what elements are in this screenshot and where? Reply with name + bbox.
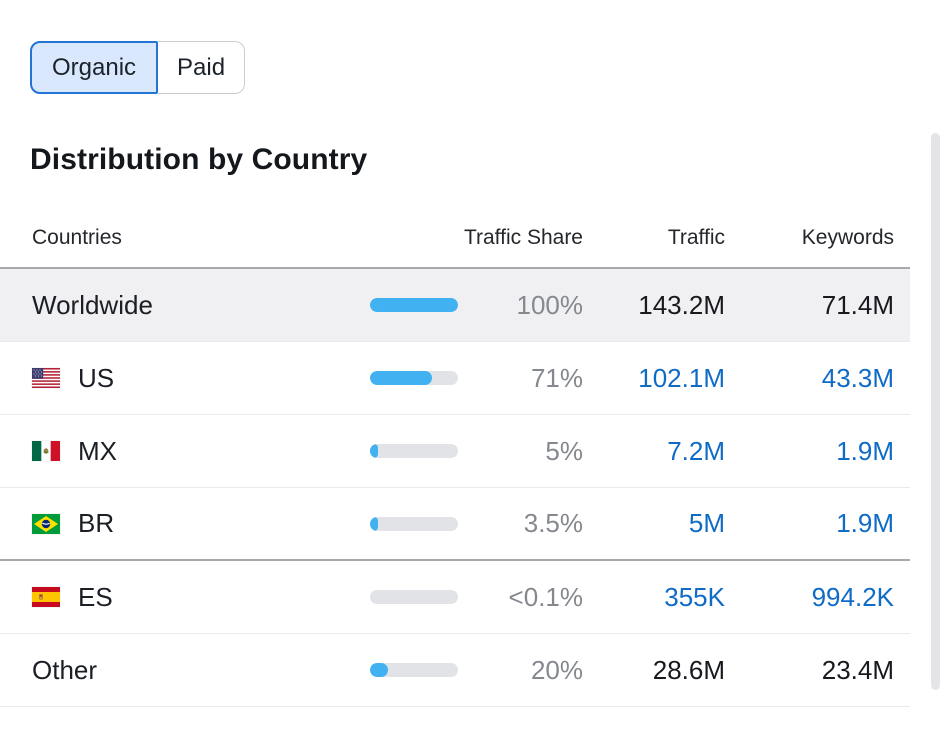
traffic-share-value: 100% (458, 290, 583, 321)
traffic-share-value: 3.5% (458, 508, 583, 539)
column-header-traffic-share: Traffic Share (370, 226, 583, 250)
traffic-share-value: <0.1% (458, 582, 583, 613)
country-name: US (78, 363, 114, 394)
country-name: ES (78, 582, 113, 613)
table-row-us: US 71% 102.1M 43.3M (0, 342, 910, 415)
country-name: MX (78, 436, 117, 467)
es-flag-icon (32, 587, 60, 607)
keywords-value-link: 994.2K (725, 582, 894, 613)
traffic-value-link: 102.1M (583, 363, 725, 394)
traffic-share-bar (370, 444, 458, 458)
br-flag-icon (32, 514, 60, 534)
keywords-value-link: 43.3M (725, 363, 894, 394)
table-row-worldwide: Worldwide 100% 143.2M 71.4M (0, 269, 910, 342)
traffic-share-bar (370, 517, 458, 531)
traffic-value-link: 355K (583, 582, 725, 613)
column-header-keywords: Keywords (725, 226, 894, 250)
traffic-share-value: 5% (458, 436, 583, 467)
tab-paid[interactable]: Paid (158, 41, 245, 94)
traffic-share-bar (370, 663, 458, 677)
country-name: Worldwide (32, 290, 153, 321)
traffic-share-value: 71% (458, 363, 583, 394)
traffic-type-toggle: Organic Paid (30, 41, 245, 94)
country-cell: US (32, 363, 370, 394)
country-distribution-table: Worldwide 100% 143.2M 71.4M (0, 267, 910, 707)
country-name: BR (78, 508, 114, 539)
country-cell: ES (32, 582, 370, 613)
traffic-value-link: 7.2M (583, 436, 725, 467)
table-row-es: ES <0.1% 355K 994.2K (0, 561, 910, 634)
vertical-scrollbar[interactable] (931, 133, 940, 690)
keywords-value: 23.4M (725, 655, 894, 686)
traffic-share-bar (370, 298, 458, 312)
traffic-share-bar (370, 590, 458, 604)
tab-organic[interactable]: Organic (30, 41, 158, 94)
traffic-share-value: 20% (458, 655, 583, 686)
mx-flag-icon (32, 441, 60, 461)
country-cell: MX (32, 436, 370, 467)
country-name: Other (32, 655, 97, 686)
country-cell: Other (32, 655, 370, 686)
us-flag-icon (32, 368, 60, 388)
traffic-value: 28.6M (583, 655, 725, 686)
traffic-value-link: 5M (583, 508, 725, 539)
keywords-value-link: 1.9M (725, 508, 894, 539)
traffic-share-bar (370, 371, 458, 385)
traffic-value: 143.2M (583, 290, 725, 321)
table-row-other: Other 20% 28.6M 23.4M (0, 634, 910, 707)
keywords-value-link: 1.9M (725, 436, 894, 467)
table-header: Countries Traffic Share Traffic Keywords (0, 222, 910, 254)
section-title: Distribution by Country (30, 138, 367, 182)
column-header-countries: Countries (32, 226, 370, 250)
country-cell: Worldwide (32, 290, 370, 321)
keywords-value: 71.4M (725, 290, 894, 321)
country-cell: BR (32, 508, 370, 539)
table-row-br: BR 3.5% 5M 1.9M (0, 488, 910, 561)
table-row-mx: MX 5% 7.2M 1.9M (0, 415, 910, 488)
column-header-traffic: Traffic (583, 226, 725, 250)
